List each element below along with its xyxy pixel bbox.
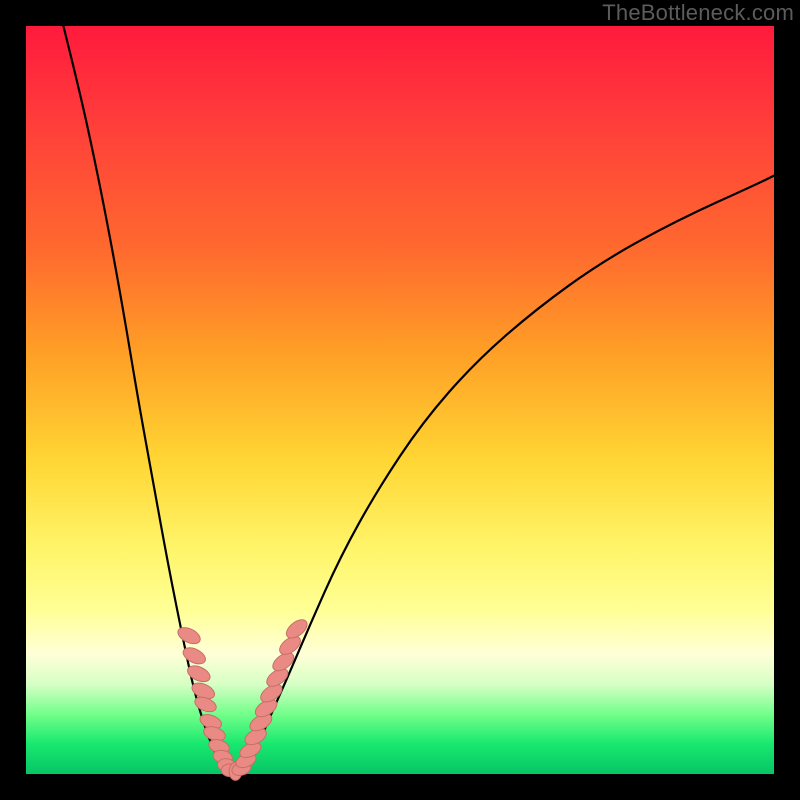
plot-area <box>26 26 774 774</box>
curve-right-path <box>231 176 774 774</box>
curve-left-arm <box>63 26 231 773</box>
data-dot <box>175 624 202 647</box>
chart-svg <box>26 26 774 774</box>
chart-frame: TheBottleneck.com <box>0 0 800 800</box>
curve-left-path <box>63 26 231 773</box>
watermark-text: TheBottleneck.com <box>602 0 794 26</box>
curve-right-arm <box>231 176 774 774</box>
